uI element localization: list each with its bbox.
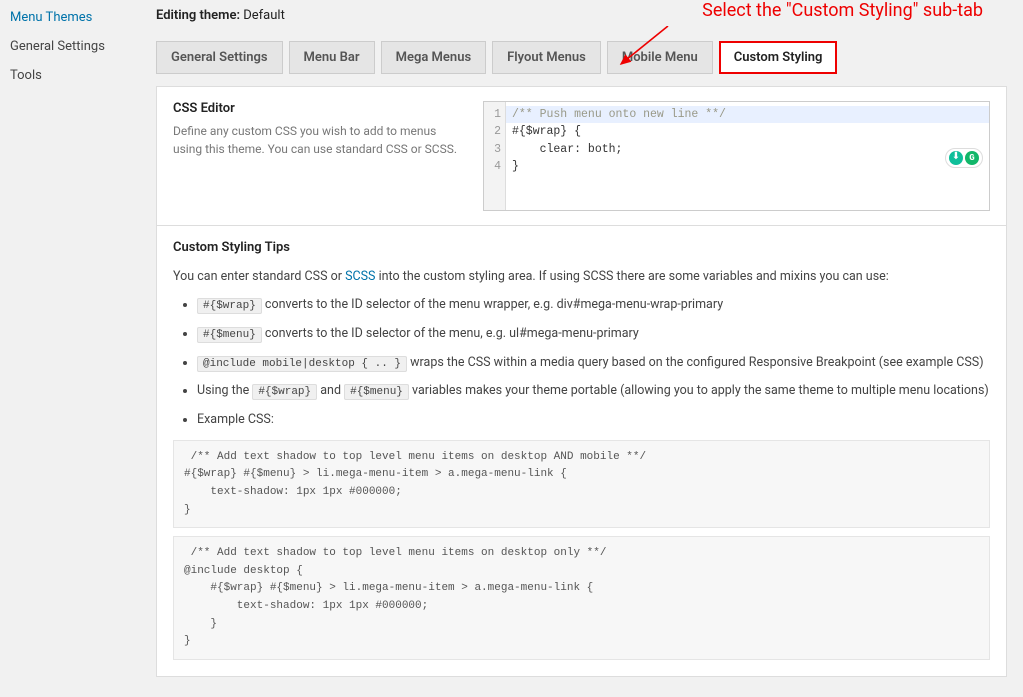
panel-heading: CSS Editor — [173, 101, 463, 116]
annotation-text: Select the "Custom Styling" sub-tab — [702, 0, 983, 21]
code-include-mixin: @include mobile|desktop { .. } — [197, 356, 407, 372]
sidebar-item-general-settings[interactable]: General Settings — [10, 39, 130, 54]
tips-list: #{$wrap} converts to the ID selector of … — [173, 296, 990, 430]
tab-menu-bar[interactable]: Menu Bar — [289, 41, 375, 74]
editor-gutter: 1234 — [484, 102, 506, 210]
tab-mega-menus[interactable]: Mega Menus — [381, 41, 487, 74]
code-menu-var: #{$menu} — [197, 327, 262, 343]
list-item: Using the #{$wrap} and #{$menu} variable… — [197, 382, 990, 401]
tab-general-settings[interactable]: General Settings — [156, 41, 283, 74]
scss-link[interactable]: SCSS — [345, 269, 375, 284]
tips-panel: Custom Styling Tips You can enter standa… — [156, 226, 1007, 677]
tab-flyout-menus[interactable]: Flyout Menus — [492, 41, 601, 74]
code-wrap-var: #{$wrap} — [197, 298, 262, 314]
grammarly-widget[interactable]: ⬇ G — [945, 148, 983, 168]
tips-heading: Custom Styling Tips — [173, 240, 990, 255]
annotation-arrow-icon — [613, 26, 673, 76]
annotation-callout: Select the "Custom Styling" sub-tab — [702, 0, 983, 21]
admin-sidebar: Menu Themes General Settings Tools — [0, 0, 140, 697]
list-item: #{$wrap} converts to the ID selector of … — [197, 296, 990, 315]
panel-description: CSS Editor Define any custom CSS you wis… — [173, 101, 463, 211]
sidebar-item-tools[interactable]: Tools — [10, 68, 130, 83]
code-wrap-var-2: #{$wrap} — [252, 384, 317, 400]
css-editor-panel: CSS Editor Define any custom CSS you wis… — [156, 86, 1007, 226]
panel-help-text: Define any custom CSS you wish to add to… — [173, 122, 463, 158]
list-item: Example CSS: — [197, 411, 990, 430]
tips-intro: You can enter standard CSS or SCSS into … — [173, 269, 990, 284]
code-menu-var-2: #{$menu} — [344, 384, 409, 400]
editor-code[interactable]: /** Push menu onto new line **/#{$wrap} … — [506, 102, 989, 210]
main-content: Select the "Custom Styling" sub-tab Edit… — [140, 0, 1023, 697]
grammarly-add-icon[interactable]: ⬇ — [949, 151, 963, 165]
sub-tabs: General Settings Menu Bar Mega Menus Fly… — [156, 41, 1007, 74]
tab-custom-styling[interactable]: Custom Styling — [719, 41, 838, 74]
list-item: @include mobile|desktop { .. } wraps the… — [197, 354, 990, 373]
list-item: #{$menu} converts to the ID selector of … — [197, 325, 990, 344]
sidebar-item-menu-themes[interactable]: Menu Themes — [10, 10, 130, 25]
example-css-2: /** Add text shadow to top level menu it… — [173, 536, 990, 660]
css-editor[interactable]: 1234 /** Push menu onto new line **/#{$w… — [483, 101, 990, 211]
example-css-1: /** Add text shadow to top level menu it… — [173, 440, 990, 528]
grammarly-status-icon[interactable]: G — [965, 151, 979, 165]
